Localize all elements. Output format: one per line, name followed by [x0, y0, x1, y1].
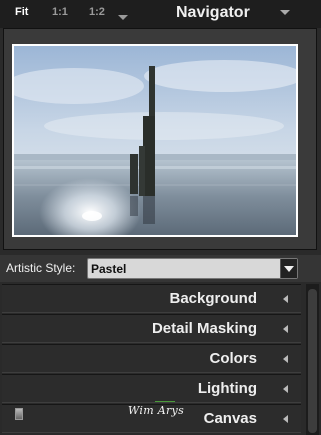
expand-arrow-icon: [283, 325, 288, 333]
navigator-header: Fit 1:1 1:2 Navigator: [0, 0, 321, 28]
scrollbar-thumb[interactable]: [308, 289, 317, 433]
section-detail-masking[interactable]: Detail Masking: [2, 314, 301, 343]
watermark-signature: Wim Arys: [128, 404, 185, 417]
canvas-toggle-icon[interactable]: [15, 408, 23, 420]
zoom-1-1-button[interactable]: 1:1: [52, 6, 68, 18]
section-label: Detail Masking: [151, 320, 257, 337]
zoom-1-2-button[interactable]: 1:2: [89, 6, 105, 18]
section-label: Lighting: [197, 380, 257, 397]
zoom-fit-button[interactable]: Fit: [15, 6, 28, 18]
zoom-dropdown-icon[interactable]: [118, 15, 128, 20]
expand-arrow-icon: [283, 295, 288, 303]
artistic-style-select[interactable]: Pastel: [87, 258, 298, 279]
chevron-down-icon: [284, 266, 294, 272]
artistic-style-label: Artistic Style:: [6, 261, 76, 275]
expand-arrow-icon: [283, 355, 288, 363]
section-background[interactable]: Background: [2, 284, 301, 313]
navigator-title: Navigator: [176, 4, 250, 21]
navigator-preview-panel: [3, 28, 317, 250]
style-dropdown-button[interactable]: [280, 259, 297, 278]
section-colors[interactable]: Colors: [2, 344, 301, 373]
navigator-collapse-icon[interactable]: [280, 10, 290, 15]
section-label: Canvas: [203, 410, 257, 427]
expand-arrow-icon: [283, 385, 288, 393]
preview-image[interactable]: [12, 44, 298, 237]
section-label: Background: [169, 290, 257, 307]
section-label: Colors: [209, 350, 257, 367]
expand-arrow-icon: [283, 415, 288, 423]
panel-scrollbar[interactable]: [306, 284, 319, 435]
artistic-style-value: Pastel: [91, 262, 127, 276]
pastel-seascape-image: [14, 46, 296, 235]
section-lighting[interactable]: Lighting: [2, 374, 301, 403]
artistic-style-row: Artistic Style: Pastel: [0, 255, 321, 282]
